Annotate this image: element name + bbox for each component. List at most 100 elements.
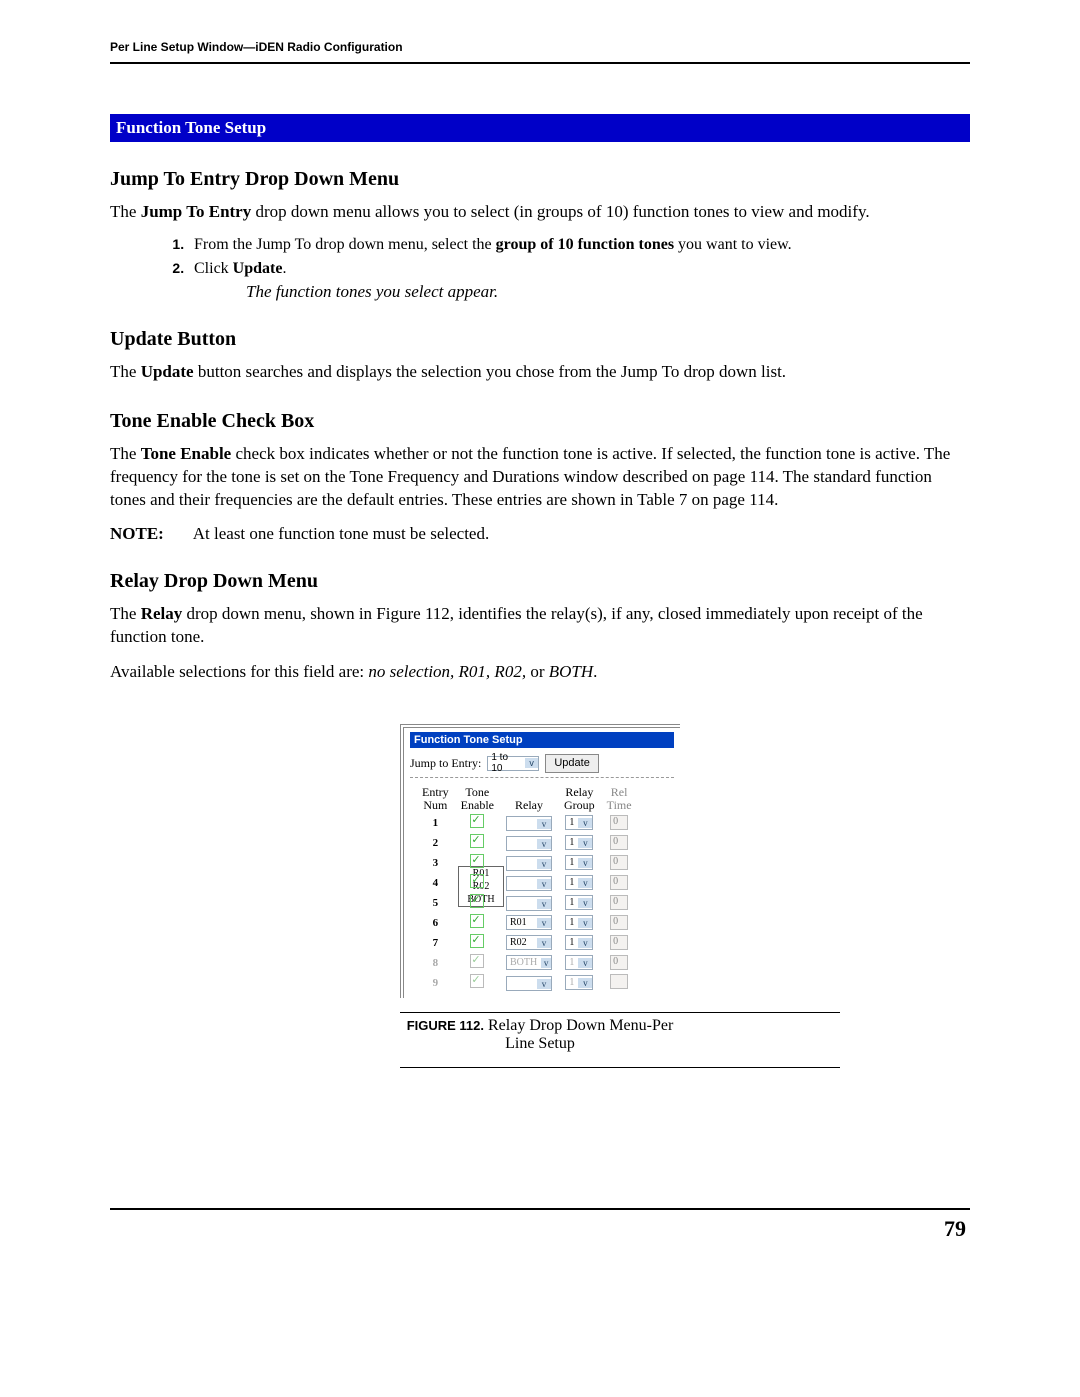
relay-group-select[interactable]: 1v [565, 975, 593, 990]
figure-caption-text: Relay Drop Down Menu-Per Line Setup [484, 1017, 673, 1052]
tone-enable-cell [457, 814, 498, 832]
chevron-down-icon: v [525, 758, 539, 768]
relay-group-cell: 1v [560, 954, 599, 972]
relay-select[interactable]: v [506, 976, 552, 991]
chevron-down-icon: v [537, 918, 551, 928]
figure-caption-rule [400, 1012, 840, 1013]
table-row: 3 v 1v 0 [418, 854, 636, 872]
relay-group-select[interactable]: 1v [565, 855, 593, 870]
relay-group-select[interactable]: 1v [565, 915, 593, 930]
relay-group-cell: 1v [560, 874, 599, 892]
paragraph-jump-intro: The Jump To Entry drop down menu allows … [110, 201, 970, 224]
section-bar-function-tone-setup: Function Tone Setup [110, 114, 970, 142]
text: The [110, 362, 141, 381]
relay-group-select[interactable]: 1v [565, 955, 593, 970]
relay-select[interactable]: BOTHv [506, 955, 552, 970]
relay-group-cell: 1v [560, 974, 599, 992]
tone-enable-checkbox[interactable] [470, 934, 484, 948]
table-row: 8 BOTHv 1v 0 [418, 954, 636, 972]
tone-enable-checkbox[interactable] [470, 834, 484, 848]
table-row: 7R02v1v0 [418, 934, 636, 952]
tone-enable-cell [457, 974, 498, 992]
relay-group-select[interactable]: 1v [565, 815, 593, 830]
relay-value: R01 [510, 917, 527, 928]
tone-enable-checkbox[interactable] [470, 974, 484, 988]
text: The [110, 202, 141, 221]
chevron-down-icon: v [578, 898, 592, 908]
jump-to-entry-value: 1 to 10 [491, 752, 521, 774]
figure-caption-rule-bottom [400, 1067, 840, 1068]
heading-update-button: Update Button [110, 328, 970, 351]
relay-group-value: 1 [569, 857, 574, 868]
figure-caption-label: FIGURE 112. [407, 1018, 484, 1033]
header-rule [110, 62, 970, 64]
figure-112: Function Tone Setup Jump to Entry: 1 to … [400, 724, 680, 1068]
rel-time-cell: 0 [603, 874, 636, 892]
relay-group-select[interactable]: 1v [565, 835, 593, 850]
tone-enable-checkbox[interactable] [470, 954, 484, 968]
relay-select[interactable]: v [506, 896, 552, 911]
entry-num: 8 [418, 954, 453, 972]
paragraph-update: The Update button searches and displays … [110, 361, 970, 384]
rel-time-input[interactable] [610, 974, 628, 989]
text: you want to view. [674, 236, 792, 253]
text: Click [194, 260, 233, 277]
footer-rule [110, 1208, 970, 1210]
relay-cell: v [502, 894, 556, 912]
tone-enable-checkbox[interactable] [470, 854, 484, 868]
rel-time-input[interactable]: 0 [610, 915, 628, 930]
jump-to-entry-select[interactable]: 1 to 10 v [487, 756, 539, 771]
rel-time-input[interactable]: 0 [610, 855, 628, 870]
update-button[interactable]: Update [545, 754, 598, 773]
relay-group-select[interactable]: 1v [565, 895, 593, 910]
chevron-down-icon: v [537, 938, 551, 948]
chevron-down-icon: v [537, 839, 551, 849]
chevron-down-icon: v [537, 899, 551, 909]
relay-select[interactable]: R02 v [506, 935, 552, 950]
entry-num: 6 [418, 914, 453, 932]
text-bold: Update [233, 260, 283, 277]
relay-select[interactable]: R01 v [506, 915, 552, 930]
rel-time-input[interactable]: 0 [610, 935, 628, 950]
text-italic: BOTH [549, 662, 593, 681]
relay-select[interactable]: v [506, 876, 552, 891]
text: drop down menu allows you to select (in … [251, 202, 869, 221]
relay-value: R02 [510, 937, 527, 948]
relay-select[interactable]: v [506, 856, 552, 871]
rel-time-input[interactable]: 0 [610, 815, 628, 830]
text-bold: Update [141, 362, 194, 381]
rel-time-cell [603, 974, 636, 992]
text: The [110, 444, 141, 463]
table-row: 4v1v0 [418, 874, 636, 892]
paragraph-tone-enable: The Tone Enable check box indicates whet… [110, 443, 970, 512]
chevron-down-icon: v [578, 838, 592, 848]
chevron-down-icon: v [537, 879, 551, 889]
rel-time-cell: 0 [603, 814, 636, 832]
entry-num: 5 [418, 894, 453, 912]
chevron-down-icon: v [578, 978, 592, 988]
tone-enable-checkbox[interactable] [470, 914, 484, 928]
relay-group-select[interactable]: 1v [565, 875, 593, 890]
tone-enable-checkbox[interactable] [470, 894, 484, 908]
rel-time-input[interactable]: 0 [610, 955, 628, 970]
col-rel-time: RelTime [603, 786, 636, 812]
relay-cell: R02 v [502, 934, 556, 952]
rel-time-input[interactable]: 0 [610, 895, 628, 910]
figure-section-bar: Function Tone Setup [410, 732, 674, 748]
col-relay-group: RelayGroup [560, 786, 599, 812]
note-text: At least one function tone must be selec… [193, 524, 489, 543]
rel-time-input[interactable]: 0 [610, 875, 628, 890]
text-italic: no selection, R01, R02, [368, 662, 530, 681]
tone-enable-checkbox[interactable] [470, 874, 484, 888]
rel-time-input[interactable]: 0 [610, 835, 628, 850]
relay-select[interactable]: v [506, 816, 552, 831]
relay-select[interactable]: v [506, 836, 552, 851]
entry-num: 3 [418, 854, 453, 872]
tone-enable-cell [457, 954, 498, 972]
text-bold: group of 10 function tones [496, 236, 674, 253]
relay-group-select[interactable]: 1v [565, 935, 593, 950]
text: drop down menu, shown in Figure 112, ide… [110, 604, 923, 646]
tone-enable-checkbox[interactable] [470, 814, 484, 828]
relay-group-value: 1 [569, 837, 574, 848]
text: button searches and displays the selecti… [194, 362, 786, 381]
